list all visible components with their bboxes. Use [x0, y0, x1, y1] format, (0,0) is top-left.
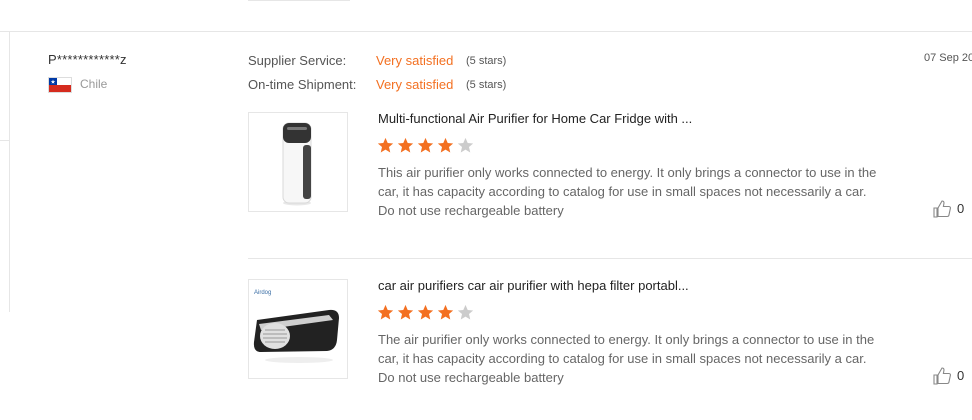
- review-text: The air purifier only works connected to…: [378, 332, 875, 385]
- product-thumbnail[interactable]: [248, 112, 348, 212]
- product-rating: [377, 304, 474, 321]
- supplier-service-label: Supplier Service:: [248, 53, 347, 68]
- left-panel-border: [9, 32, 10, 312]
- like-count: 0: [957, 201, 965, 216]
- left-panel-edge: [0, 140, 9, 141]
- product-rating: [377, 137, 474, 154]
- section-divider: [0, 31, 972, 32]
- product-thumbnail[interactable]: Airdog: [248, 279, 348, 379]
- review-text: This air purifier only works connected t…: [378, 165, 877, 218]
- ontime-shipment-stars: (5 stars): [466, 79, 507, 91]
- star-icon: [457, 304, 474, 320]
- supplier-service-value: Very satisfied: [376, 53, 454, 68]
- thumbs-up-icon[interactable]: [932, 366, 952, 386]
- star-icon: [397, 137, 414, 153]
- air-purifier-tower-image: [249, 113, 347, 211]
- svg-text:Airdog: Airdog: [254, 290, 271, 296]
- star-icon: [377, 137, 394, 153]
- product-title[interactable]: car air purifiers car air purifier with …: [378, 278, 689, 293]
- star-icon: [437, 304, 454, 320]
- review-date: 07 Sep 20: [924, 52, 972, 64]
- chile-flag-icon: [48, 77, 72, 93]
- reviewer-username: P************z: [48, 52, 127, 67]
- top-thumb-edge: [248, 0, 350, 1]
- ontime-shipment-label: On-time Shipment:: [248, 77, 357, 92]
- supplier-service-stars: (5 stars): [466, 55, 507, 67]
- star-icon: [437, 137, 454, 153]
- product-title[interactable]: Multi-functional Air Purifier for Home C…: [378, 111, 692, 126]
- star-icon: [397, 304, 414, 320]
- ontime-shipment-value: Very satisfied: [376, 77, 454, 92]
- reviewer-country: Chile: [80, 77, 108, 91]
- thumbs-up-icon[interactable]: [932, 199, 952, 219]
- like-count: 0: [957, 368, 965, 383]
- star-icon: [417, 304, 434, 320]
- star-icon: [377, 304, 394, 320]
- car-air-purifier-image: Airdog: [249, 280, 347, 378]
- product-divider: [248, 258, 972, 259]
- star-icon: [457, 137, 474, 153]
- star-icon: [417, 137, 434, 153]
